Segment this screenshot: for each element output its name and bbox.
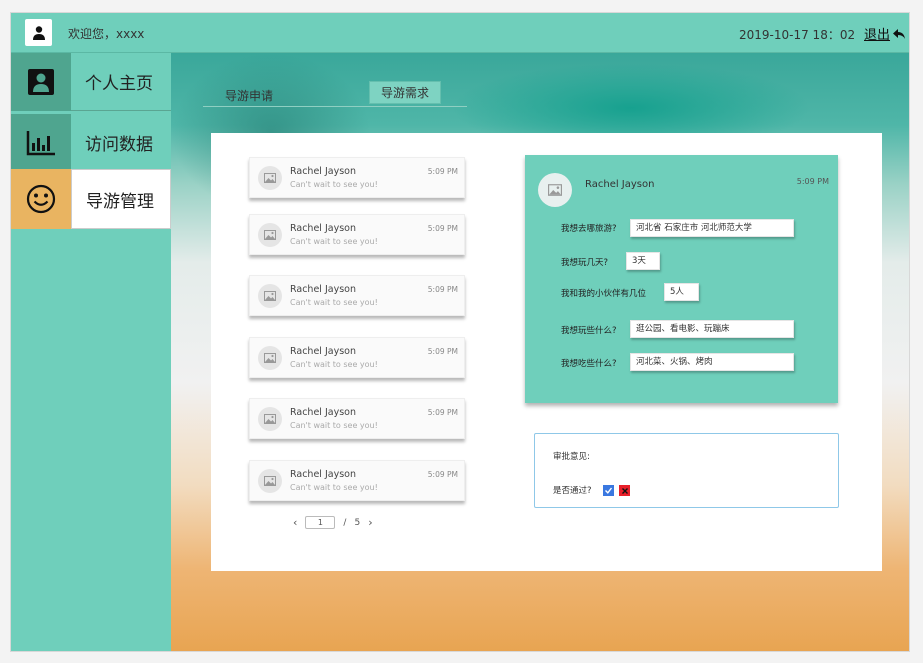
smiley-icon	[26, 184, 56, 214]
field-label: 我想吃些什么?	[561, 359, 617, 369]
request-time: 5:09 PM	[796, 177, 829, 186]
sidebar-item-home[interactable]: 个人主页	[11, 53, 171, 111]
days-field: 3天	[626, 252, 660, 270]
approve-checkbox[interactable]	[603, 485, 614, 496]
user-card-icon	[28, 69, 54, 95]
requester-name: Rachel Jayson	[585, 179, 655, 190]
message-sender: Rachel Jayson	[290, 346, 356, 357]
field-label: 我想玩些什么?	[561, 326, 617, 336]
pass-label: 是否通过?	[553, 486, 592, 496]
main-area: 导游申请 导游需求 Rachel Jayson Can't wait to se…	[171, 53, 909, 651]
image-placeholder-icon	[258, 166, 282, 190]
list-item[interactable]: Rachel Jayson Can't wait to see you! 5:0…	[249, 398, 465, 439]
datetime: 2019-10-17 18：02	[739, 28, 856, 42]
bar-chart-icon	[26, 131, 55, 156]
image-placeholder-icon	[538, 173, 572, 207]
back-arrow-icon	[893, 28, 906, 39]
welcome-text: 欢迎您，xxxx	[68, 27, 145, 41]
message-time: 5:09 PM	[427, 167, 458, 176]
food-field: 河北菜、火锅、烤肉	[630, 353, 794, 371]
sidebar-item-label: 访问数据	[71, 114, 171, 172]
image-placeholder-icon	[258, 407, 282, 431]
message-time: 5:09 PM	[427, 285, 458, 294]
logout-button[interactable]: 退出	[864, 24, 906, 43]
message-preview: Can't wait to see you!	[290, 180, 378, 189]
opinion-label: 审批意见:	[553, 452, 590, 462]
check-icon	[605, 487, 613, 494]
nav-icon-wrap	[11, 169, 71, 229]
tab-bar: 导游申请 导游需求	[203, 81, 467, 107]
user-icon	[32, 25, 45, 40]
sidebar-item-label: 导游管理	[71, 169, 171, 229]
message-sender: Rachel Jayson	[290, 469, 356, 480]
people-field: 5人	[664, 283, 699, 301]
list-item[interactable]: Rachel Jayson Can't wait to see you! 5:0…	[249, 337, 465, 378]
list-item[interactable]: Rachel Jayson Can't wait to see you! 5:0…	[249, 157, 465, 198]
logout-label: 退出	[864, 28, 891, 43]
nav-icon-wrap	[11, 114, 71, 172]
message-preview: Can't wait to see you!	[290, 421, 378, 430]
image-placeholder-icon	[258, 284, 282, 308]
message-time: 5:09 PM	[427, 224, 458, 233]
sidebar-item-guide[interactable]: 导游管理	[11, 169, 171, 229]
list-item[interactable]: Rachel Jayson Can't wait to see you! 5:0…	[249, 460, 465, 501]
image-placeholder-icon	[258, 223, 282, 247]
message-time: 5:09 PM	[427, 347, 458, 356]
approval-box: 审批意见: 是否通过?	[534, 433, 839, 508]
message-sender: Rachel Jayson	[290, 407, 356, 418]
message-preview: Can't wait to see you!	[290, 237, 378, 246]
reject-checkbox[interactable]	[619, 485, 630, 496]
field-label: 我想去哪旅游?	[561, 224, 617, 234]
sidebar-item-stats[interactable]: 访问数据	[11, 114, 171, 172]
message-preview: Can't wait to see you!	[290, 360, 378, 369]
list-item[interactable]: Rachel Jayson Can't wait to see you! 5:0…	[249, 275, 465, 316]
nav-icon-wrap	[11, 53, 71, 111]
image-placeholder-icon	[258, 346, 282, 370]
tab-guide-demand[interactable]: 导游需求	[369, 81, 442, 104]
field-label: 我和我的小伙伴有几位	[561, 289, 647, 299]
x-icon	[621, 487, 628, 494]
app-window: 欢迎您，xxxx 2019-10-17 18：02 退出 个人主页 访问数据 导…	[10, 12, 910, 652]
page-separator: /	[343, 517, 347, 528]
message-sender: Rachel Jayson	[290, 166, 356, 177]
sidebar-item-label: 个人主页	[71, 53, 171, 111]
tab-guide-application[interactable]: 导游申请	[225, 87, 273, 104]
pagination: ‹ 1 / 5 ›	[293, 516, 373, 529]
list-item[interactable]: Rachel Jayson Can't wait to see you! 5:0…	[249, 214, 465, 255]
chevron-left-icon[interactable]: ‹	[293, 516, 297, 529]
page-input[interactable]: 1	[305, 516, 336, 529]
message-preview: Can't wait to see you!	[290, 483, 378, 492]
content-panel: Rachel Jayson Can't wait to see you! 5:0…	[211, 133, 882, 571]
message-sender: Rachel Jayson	[290, 284, 356, 295]
message-time: 5:09 PM	[427, 470, 458, 479]
page-total: 5	[354, 517, 361, 528]
request-detail-card: Rachel Jayson 5:09 PM 我想去哪旅游? 河北省 石家庄市 河…	[525, 155, 838, 403]
message-time: 5:09 PM	[427, 408, 458, 417]
activities-field: 逛公园、看电影、玩蹦床	[630, 320, 794, 338]
avatar[interactable]	[25, 19, 52, 46]
message-sender: Rachel Jayson	[290, 223, 356, 234]
message-preview: Can't wait to see you!	[290, 298, 378, 307]
chevron-right-icon[interactable]: ›	[368, 516, 372, 529]
field-label: 我想玩几天?	[561, 258, 609, 268]
sidebar: 个人主页 访问数据 导游管理	[11, 53, 171, 651]
destination-field: 河北省 石家庄市 河北师范大学	[630, 219, 794, 237]
image-placeholder-icon	[258, 469, 282, 493]
top-bar: 欢迎您，xxxx 2019-10-17 18：02 退出	[11, 13, 909, 53]
